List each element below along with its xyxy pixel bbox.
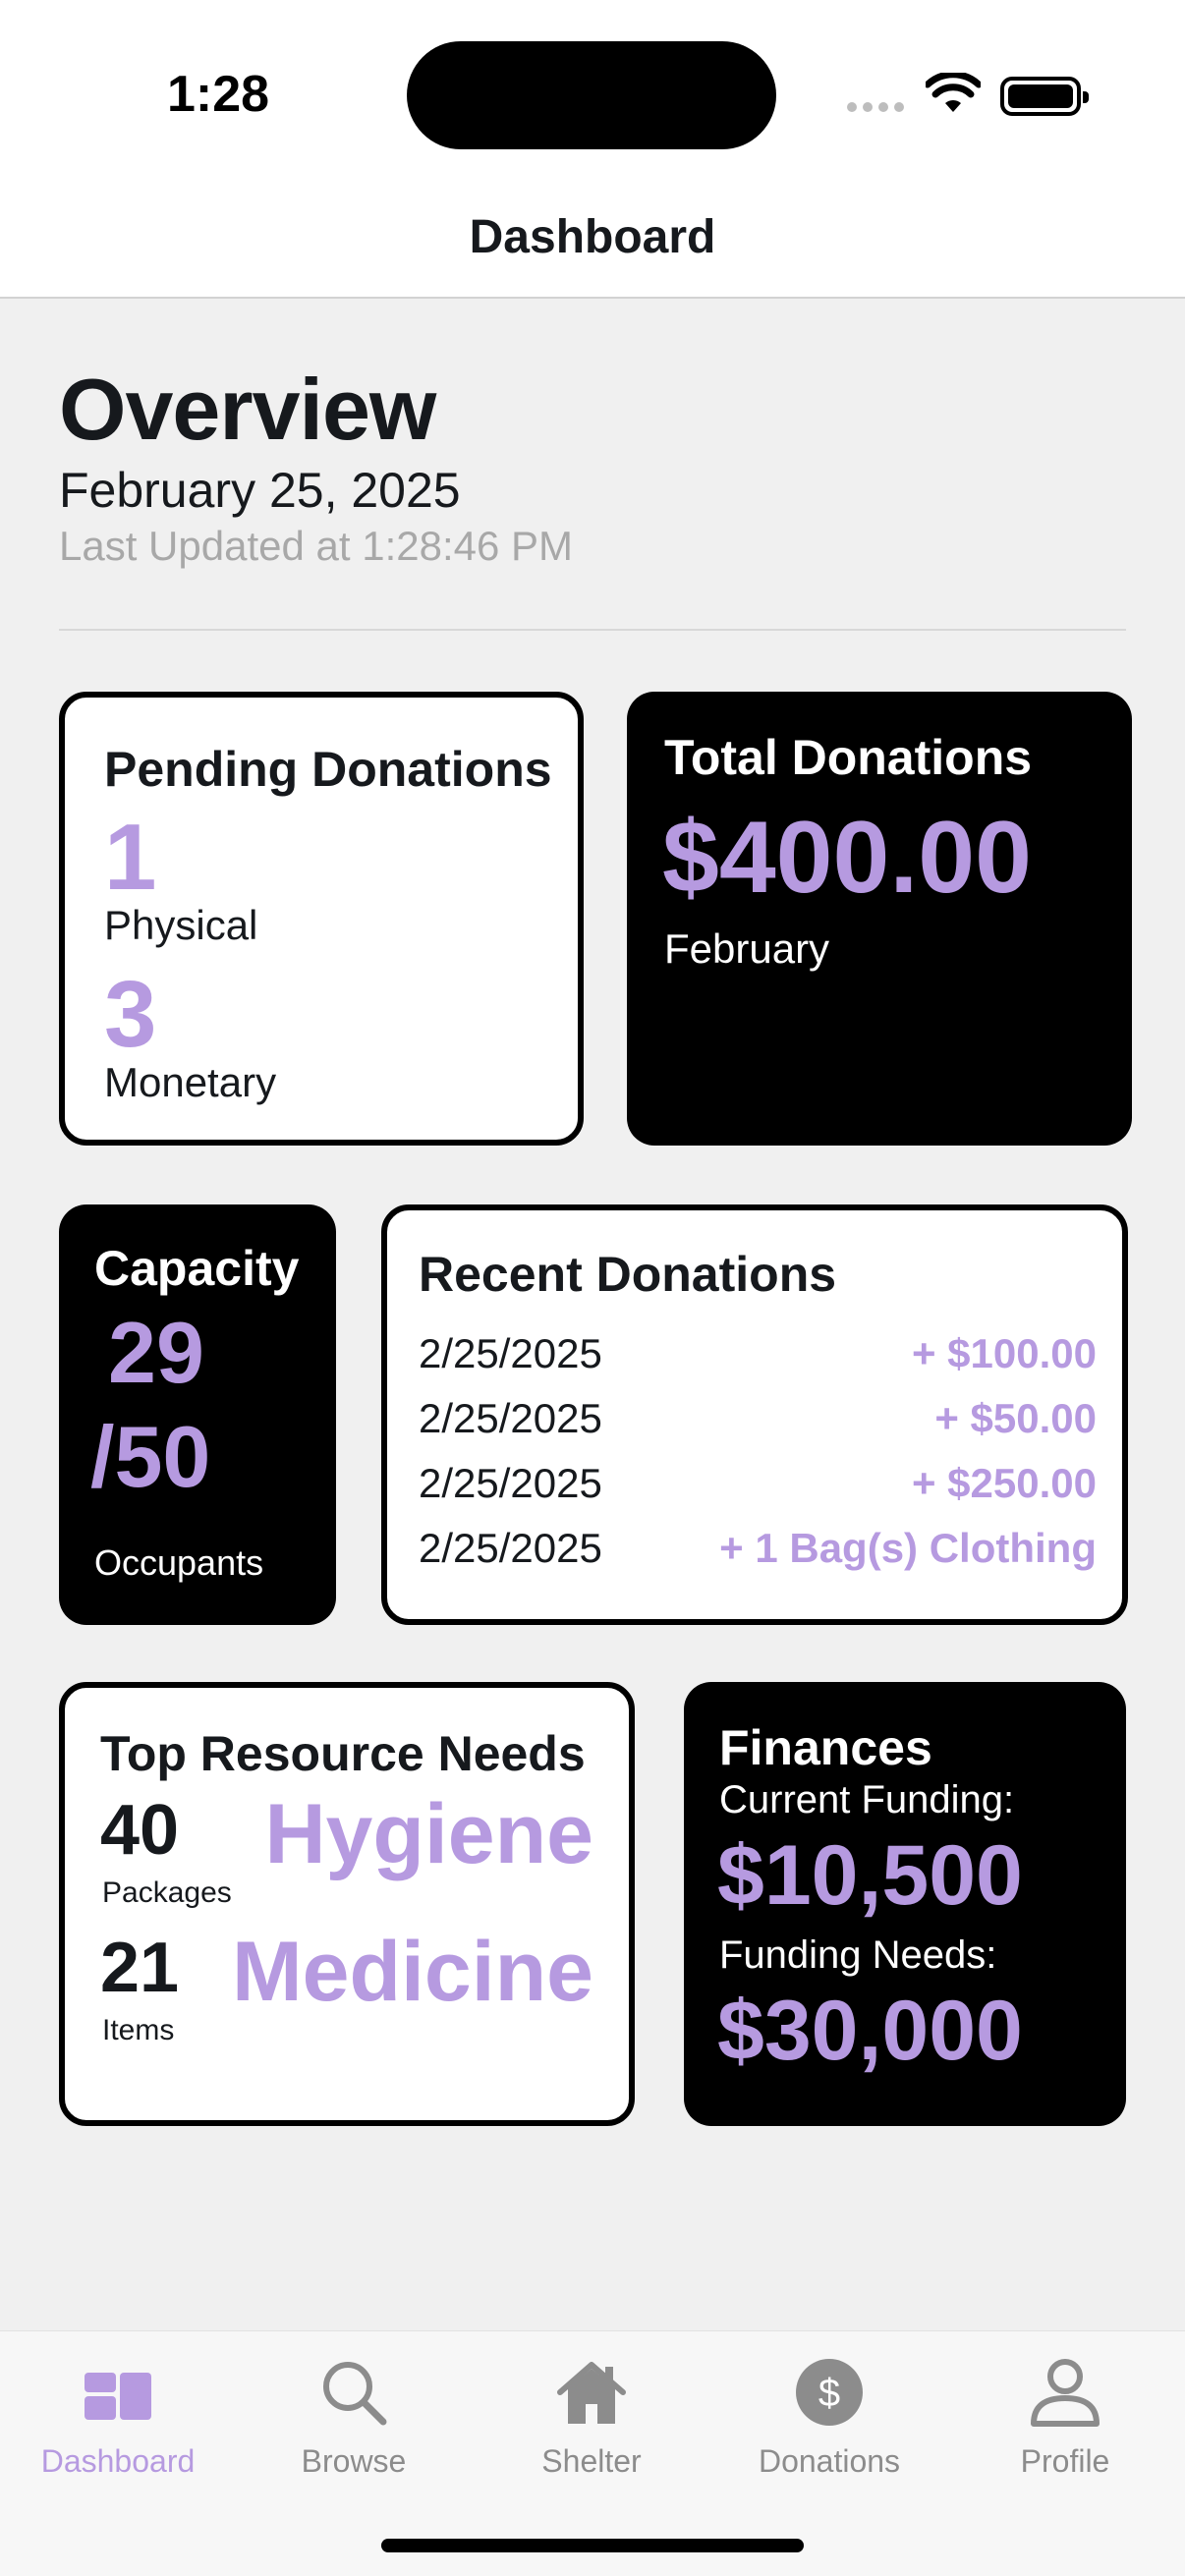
donation-date: 2/25/2025: [419, 1460, 602, 1506]
list-item: 2/25/2025 + $100.00: [419, 1330, 1097, 1377]
donation-amount: + $250.00: [911, 1460, 1097, 1506]
donation-date: 2/25/2025: [419, 1395, 602, 1441]
current-funding-amount: $10,500: [717, 1828, 1023, 1923]
total-amount: $400.00: [662, 801, 1032, 915]
tab-label: Profile: [1020, 2443, 1110, 2479]
battery-icon: [1000, 77, 1089, 116]
dashboard-screen: 1:28 Dashboard Overview February 25, 202…: [0, 0, 1185, 2576]
capacity-label: Occupants: [94, 1542, 264, 1583]
search-icon: [323, 2362, 387, 2426]
tab-label: Shelter: [541, 2443, 642, 2479]
capacity-current: 29: [108, 1304, 204, 1401]
physical-label: Physical: [104, 902, 258, 948]
capacity-max: /50: [90, 1408, 211, 1505]
need-unit: Packages: [102, 1876, 232, 1909]
cellular-signal-icon: [847, 102, 904, 112]
person-icon: [1031, 2359, 1100, 2427]
tab-shelter[interactable]: Shelter: [493, 2353, 690, 2480]
donation-amount: + 1 Bag(s) Clothing: [719, 1525, 1097, 1571]
capacity-card[interactable]: Capacity 29 /50 Occupants: [59, 1204, 336, 1625]
tab-label: Donations: [758, 2443, 901, 2479]
donation-amount: + $100.00: [911, 1330, 1097, 1376]
pending-donations-card[interactable]: Pending Donations 1 Physical 3 Monetary: [59, 692, 584, 1146]
funding-needs-amount: $30,000: [717, 1984, 1023, 2078]
page-title: Dashboard: [469, 211, 716, 263]
finances-card[interactable]: Finances Current Funding: $10,500 Fundin…: [684, 1682, 1126, 2126]
list-item: 2/25/2025 + $250.00: [419, 1460, 1097, 1507]
card-title: Capacity: [94, 1241, 300, 1296]
tab-donations[interactable]: $ Donations: [731, 2353, 928, 2480]
total-period: February: [664, 925, 830, 972]
monetary-label: Monetary: [104, 1059, 277, 1105]
section-divider: [59, 629, 1126, 631]
home-indicator[interactable]: [381, 2539, 804, 2552]
svg-text:$: $: [818, 2372, 840, 2415]
dollar-circle-icon: $: [796, 2359, 863, 2426]
resource-needs-card[interactable]: Top Resource Needs 40 Packages Hygiene 2…: [59, 1682, 635, 2126]
card-title: Top Resource Needs: [100, 1726, 586, 1781]
overview-date: February 25, 2025: [59, 463, 461, 518]
monetary-count: 3: [104, 962, 157, 1067]
tab-browse[interactable]: Browse: [255, 2353, 452, 2480]
card-title: Recent Donations: [419, 1247, 837, 1302]
need-name: Hygiene: [264, 1787, 593, 1881]
tab-label: Dashboard: [40, 2443, 196, 2479]
wifi-icon: [926, 73, 981, 112]
top-bar: 1:28 Dashboard: [0, 0, 1185, 299]
card-title: Pending Donations: [104, 742, 552, 797]
tab-dashboard[interactable]: Dashboard: [20, 2353, 216, 2480]
list-item: 2/25/2025 + 1 Bag(s) Clothing: [419, 1525, 1097, 1572]
card-title: Total Donations: [664, 730, 1033, 785]
house-icon: [557, 2362, 626, 2424]
recent-donations-card[interactable]: Recent Donations 2/25/2025 + $100.00 2/2…: [381, 1204, 1128, 1625]
total-donations-card[interactable]: Total Donations $400.00 February: [627, 692, 1132, 1146]
need-name: Medicine: [232, 1925, 593, 2019]
status-time: 1:28: [167, 66, 270, 123]
tab-label: Browse: [301, 2443, 407, 2479]
need-unit: Items: [102, 2014, 175, 2046]
funding-needs-label: Funding Needs:: [719, 1933, 997, 1977]
donation-date: 2/25/2025: [419, 1525, 602, 1571]
donation-date: 2/25/2025: [419, 1330, 602, 1376]
overview-heading: Overview: [59, 361, 436, 458]
need-count: 21: [100, 1929, 180, 2007]
donation-amount: + $50.00: [934, 1395, 1097, 1441]
card-title: Finances: [719, 1720, 932, 1775]
tab-profile[interactable]: Profile: [967, 2353, 1163, 2480]
current-funding-label: Current Funding:: [719, 1778, 1015, 1821]
need-count: 40: [100, 1791, 180, 1870]
dashboard-icon: [85, 2373, 151, 2420]
list-item: 2/25/2025 + $50.00: [419, 1395, 1097, 1442]
physical-count: 1: [104, 805, 157, 910]
dynamic-island: [407, 41, 776, 149]
last-updated-text: Last Updated at 1:28:46 PM: [59, 523, 574, 569]
